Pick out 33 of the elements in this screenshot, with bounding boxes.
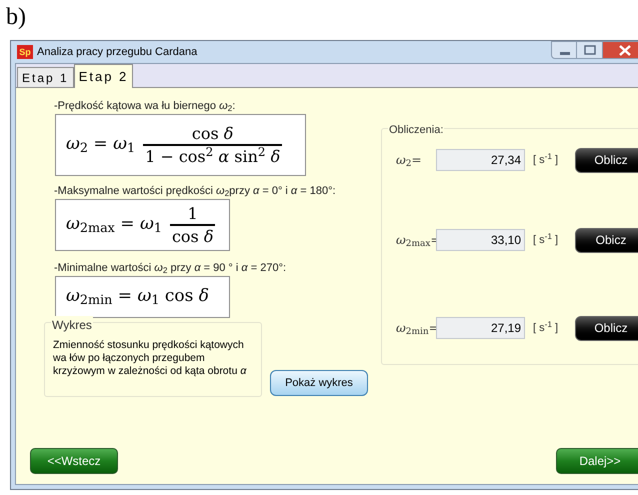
tab[interactable]: Etap 2 — [74, 64, 134, 88]
omega-label: ω$_{2}$= — [396, 152, 423, 169]
formula-text: ω$_{2}$ = ω$_{1}$ — [66, 133, 136, 158]
formula-text: ω$_{2max}$ = ω$_{1}$ — [66, 213, 162, 238]
fraction-denominator: 1 − cos$^{2}$ α sin$^{2}$ δ — [143, 144, 282, 167]
tab[interactable]: Etap 1 — [17, 67, 74, 87]
unit-label: [ s$^{-1}$ ] — [533, 232, 560, 248]
result-field[interactable]: 27,34 — [436, 149, 525, 171]
unit-label: [ s$^{-1}$ ] — [533, 152, 560, 168]
back-button[interactable]: <<Wstecz — [30, 448, 118, 474]
figure-label: b) — [6, 4, 26, 30]
calculate-button[interactable]: Oblicz — [575, 316, 638, 340]
show-chart-button[interactable]: Pokaż wykres — [270, 370, 368, 396]
formula-caption: -Maksymalne wartości prędkości ω$_{2}$przy α = 0° i α = 180°: — [54, 184, 337, 199]
close-button[interactable] — [603, 41, 638, 59]
unit-label: [ s$^{-1}$ ] — [533, 320, 560, 336]
group-legend: Wykres — [51, 316, 93, 334]
formula-text: ω$_{2min}$ = ω$_{1}$ cos δ — [66, 285, 209, 310]
formula-caption: -Prędkość kątowa wa łu biernego ω$_{2}$: — [54, 99, 236, 114]
app-icon: Sp — [17, 45, 33, 59]
fraction-denominator: cos δ — [170, 224, 216, 247]
fraction-numerator: cos δ — [192, 123, 234, 144]
window-title: Analiza pracy przegubu Cardana — [37, 44, 198, 60]
chart-description: Zmienność stosunku prędkości kątowych wa łów po łączonych przegubem krzyżowym w zależności od kąta obrotu α — [53, 339, 248, 378]
fraction-numerator: 1 — [188, 203, 198, 224]
next-button[interactable]: Dalej>> — [556, 448, 638, 474]
result-field[interactable]: 33,10 — [436, 229, 525, 251]
calculate-button[interactable]: Oblicz — [575, 148, 638, 172]
minimize-button[interactable] — [551, 41, 577, 59]
formula-caption: -Minimalne wartości ω$_{2}$ przy α = 90 ° i α = 270°: — [54, 261, 288, 276]
maximize-button[interactable] — [577, 41, 603, 59]
calculate-button[interactable]: Obicz — [575, 228, 638, 252]
result-field[interactable]: 27,19 — [436, 317, 525, 339]
